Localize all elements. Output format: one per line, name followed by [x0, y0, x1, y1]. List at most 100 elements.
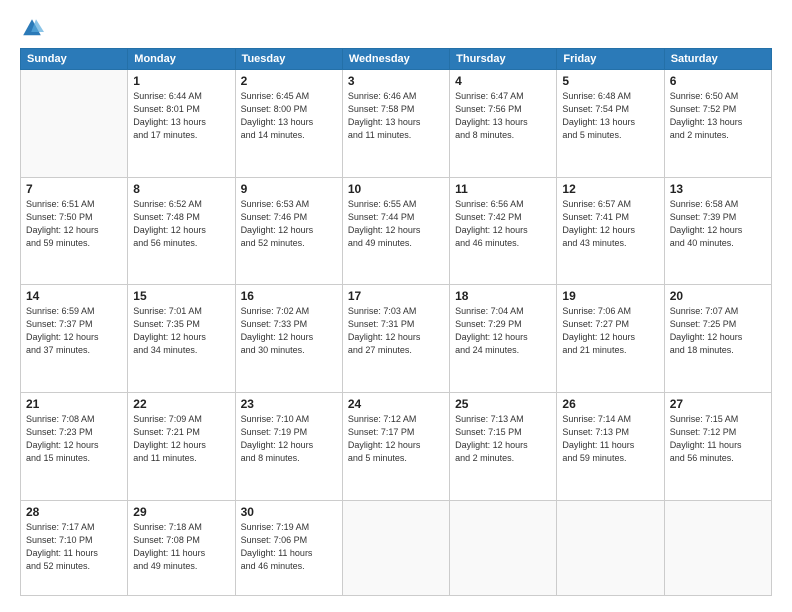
day-info: Sunrise: 7:06 AM Sunset: 7:27 PM Dayligh… — [562, 305, 658, 357]
calendar-cell — [557, 500, 664, 595]
day-number: 17 — [348, 289, 444, 303]
weekday-header-sunday: Sunday — [21, 49, 128, 70]
calendar-cell: 16Sunrise: 7:02 AM Sunset: 7:33 PM Dayli… — [235, 285, 342, 393]
day-info: Sunrise: 7:12 AM Sunset: 7:17 PM Dayligh… — [348, 413, 444, 465]
day-number: 26 — [562, 397, 658, 411]
day-info: Sunrise: 6:46 AM Sunset: 7:58 PM Dayligh… — [348, 90, 444, 142]
calendar-cell: 24 Sunrise: 7:12 AM Sunset: 7:17 PM Dayli… — [342, 392, 449, 500]
day-number: 12 — [562, 182, 658, 196]
day-info: Sunrise: 6:59 AM Sunset: 7:37 PM Dayligh… — [26, 305, 122, 357]
day-number: 19 — [562, 289, 658, 303]
week-row-3: 14Sunrise: 6:59 AM Sunset: 7:37 PM Dayli… — [21, 285, 772, 393]
day-number: 11 — [455, 182, 551, 196]
day-number: 29 — [133, 505, 229, 519]
day-number: 7 — [26, 182, 122, 196]
weekday-header-monday: Monday — [128, 49, 235, 70]
calendar-cell: 18Sunrise: 7:04 AM Sunset: 7:29 PM Dayli… — [450, 285, 557, 393]
calendar-cell: 10Sunrise: 6:55 AM Sunset: 7:44 PM Dayli… — [342, 177, 449, 285]
week-row-4: 21 Sunrise: 7:08 AM Sunset: 7:23 PM Dayli… — [21, 392, 772, 500]
calendar-cell: 20 Sunrise: 7:07 AM Sunset: 7:25 PM Dayli… — [664, 285, 771, 393]
calendar-cell: 22 Sunrise: 7:09 AM Sunset: 7:21 PM Dayli… — [128, 392, 235, 500]
calendar-table: SundayMondayTuesdayWednesdayThursdayFrid… — [20, 48, 772, 596]
day-info: Sunrise: 6:48 AM Sunset: 7:54 PM Dayligh… — [562, 90, 658, 142]
day-info: Sunrise: 6:45 AM Sunset: 8:00 PM Dayligh… — [241, 90, 337, 142]
day-info: Sunrise: 7:07 AM Sunset: 7:25 PM Dayligh… — [670, 305, 766, 357]
week-row-2: 7 Sunrise: 6:51 AM Sunset: 7:50 PM Daylig… — [21, 177, 772, 285]
day-number: 28 — [26, 505, 122, 519]
week-row-1: 1 Sunrise: 6:44 AM Sunset: 8:01 PM Daylig… — [21, 70, 772, 178]
day-number: 24 — [348, 397, 444, 411]
day-info: Sunrise: 6:44 AM Sunset: 8:01 PM Dayligh… — [133, 90, 229, 142]
calendar-cell: 9Sunrise: 6:53 AM Sunset: 7:46 PM Daylig… — [235, 177, 342, 285]
calendar-cell: 14Sunrise: 6:59 AM Sunset: 7:37 PM Dayli… — [21, 285, 128, 393]
calendar-cell: 30 Sunrise: 7:19 AM Sunset: 7:06 PM Dayli… — [235, 500, 342, 595]
header — [20, 16, 772, 40]
calendar-cell: 21 Sunrise: 7:08 AM Sunset: 7:23 PM Dayli… — [21, 392, 128, 500]
day-info: Sunrise: 7:18 AM Sunset: 7:08 PM Dayligh… — [133, 521, 229, 573]
day-number: 1 — [133, 74, 229, 88]
calendar-cell: 3 Sunrise: 6:46 AM Sunset: 7:58 PM Daylig… — [342, 70, 449, 178]
calendar-cell: 13 Sunrise: 6:58 AM Sunset: 7:39 PM Dayli… — [664, 177, 771, 285]
day-info: Sunrise: 7:04 AM Sunset: 7:29 PM Dayligh… — [455, 305, 551, 357]
day-info: Sunrise: 6:52 AM Sunset: 7:48 PM Dayligh… — [133, 198, 229, 250]
logo-icon — [20, 16, 44, 40]
day-number: 3 — [348, 74, 444, 88]
calendar-cell: 8 Sunrise: 6:52 AM Sunset: 7:48 PM Daylig… — [128, 177, 235, 285]
day-info: Sunrise: 6:51 AM Sunset: 7:50 PM Dayligh… — [26, 198, 122, 250]
weekday-header-wednesday: Wednesday — [342, 49, 449, 70]
day-number: 6 — [670, 74, 766, 88]
day-number: 23 — [241, 397, 337, 411]
calendar-cell: 29 Sunrise: 7:18 AM Sunset: 7:08 PM Dayli… — [128, 500, 235, 595]
day-number: 2 — [241, 74, 337, 88]
week-row-5: 28 Sunrise: 7:17 AM Sunset: 7:10 PM Dayli… — [21, 500, 772, 595]
day-number: 30 — [241, 505, 337, 519]
calendar-cell: 11 Sunrise: 6:56 AM Sunset: 7:42 PM Dayli… — [450, 177, 557, 285]
weekday-header-thursday: Thursday — [450, 49, 557, 70]
calendar-cell: 26 Sunrise: 7:14 AM Sunset: 7:13 PM Dayli… — [557, 392, 664, 500]
day-info: Sunrise: 7:10 AM Sunset: 7:19 PM Dayligh… — [241, 413, 337, 465]
day-number: 25 — [455, 397, 551, 411]
day-info: Sunrise: 7:09 AM Sunset: 7:21 PM Dayligh… — [133, 413, 229, 465]
day-info: Sunrise: 6:53 AM Sunset: 7:46 PM Dayligh… — [241, 198, 337, 250]
day-info: Sunrise: 7:03 AM Sunset: 7:31 PM Dayligh… — [348, 305, 444, 357]
calendar-cell: 23 Sunrise: 7:10 AM Sunset: 7:19 PM Dayli… — [235, 392, 342, 500]
calendar-cell: 6 Sunrise: 6:50 AM Sunset: 7:52 PM Daylig… — [664, 70, 771, 178]
calendar-cell: 1 Sunrise: 6:44 AM Sunset: 8:01 PM Daylig… — [128, 70, 235, 178]
calendar-cell — [21, 70, 128, 178]
calendar-cell: 7 Sunrise: 6:51 AM Sunset: 7:50 PM Daylig… — [21, 177, 128, 285]
day-info: Sunrise: 7:15 AM Sunset: 7:12 PM Dayligh… — [670, 413, 766, 465]
logo — [20, 16, 48, 40]
calendar-cell: 19 Sunrise: 7:06 AM Sunset: 7:27 PM Dayli… — [557, 285, 664, 393]
day-info: Sunrise: 7:01 AM Sunset: 7:35 PM Dayligh… — [133, 305, 229, 357]
day-info: Sunrise: 7:13 AM Sunset: 7:15 PM Dayligh… — [455, 413, 551, 465]
day-info: Sunrise: 6:58 AM Sunset: 7:39 PM Dayligh… — [670, 198, 766, 250]
weekday-header-tuesday: Tuesday — [235, 49, 342, 70]
calendar-cell: 2 Sunrise: 6:45 AM Sunset: 8:00 PM Daylig… — [235, 70, 342, 178]
calendar-cell: 25 Sunrise: 7:13 AM Sunset: 7:15 PM Dayli… — [450, 392, 557, 500]
calendar-cell — [664, 500, 771, 595]
day-info: Sunrise: 7:14 AM Sunset: 7:13 PM Dayligh… — [562, 413, 658, 465]
day-info: Sunrise: 6:50 AM Sunset: 7:52 PM Dayligh… — [670, 90, 766, 142]
calendar-cell: 5 Sunrise: 6:48 AM Sunset: 7:54 PM Daylig… — [557, 70, 664, 178]
weekday-header-friday: Friday — [557, 49, 664, 70]
day-number: 20 — [670, 289, 766, 303]
calendar-cell: 12 Sunrise: 6:57 AM Sunset: 7:41 PM Dayli… — [557, 177, 664, 285]
day-number: 8 — [133, 182, 229, 196]
day-info: Sunrise: 7:17 AM Sunset: 7:10 PM Dayligh… — [26, 521, 122, 573]
day-info: Sunrise: 7:08 AM Sunset: 7:23 PM Dayligh… — [26, 413, 122, 465]
calendar-cell — [450, 500, 557, 595]
calendar-cell: 15Sunrise: 7:01 AM Sunset: 7:35 PM Dayli… — [128, 285, 235, 393]
calendar-cell: 4Sunrise: 6:47 AM Sunset: 7:56 PM Daylig… — [450, 70, 557, 178]
day-info: Sunrise: 6:57 AM Sunset: 7:41 PM Dayligh… — [562, 198, 658, 250]
day-number: 13 — [670, 182, 766, 196]
calendar-cell: 27 Sunrise: 7:15 AM Sunset: 7:12 PM Dayli… — [664, 392, 771, 500]
day-number: 5 — [562, 74, 658, 88]
day-number: 16 — [241, 289, 337, 303]
day-number: 27 — [670, 397, 766, 411]
day-info: Sunrise: 6:56 AM Sunset: 7:42 PM Dayligh… — [455, 198, 551, 250]
page: SundayMondayTuesdayWednesdayThursdayFrid… — [0, 0, 792, 612]
day-number: 21 — [26, 397, 122, 411]
calendar-cell — [342, 500, 449, 595]
day-info: Sunrise: 7:19 AM Sunset: 7:06 PM Dayligh… — [241, 521, 337, 573]
day-number: 22 — [133, 397, 229, 411]
